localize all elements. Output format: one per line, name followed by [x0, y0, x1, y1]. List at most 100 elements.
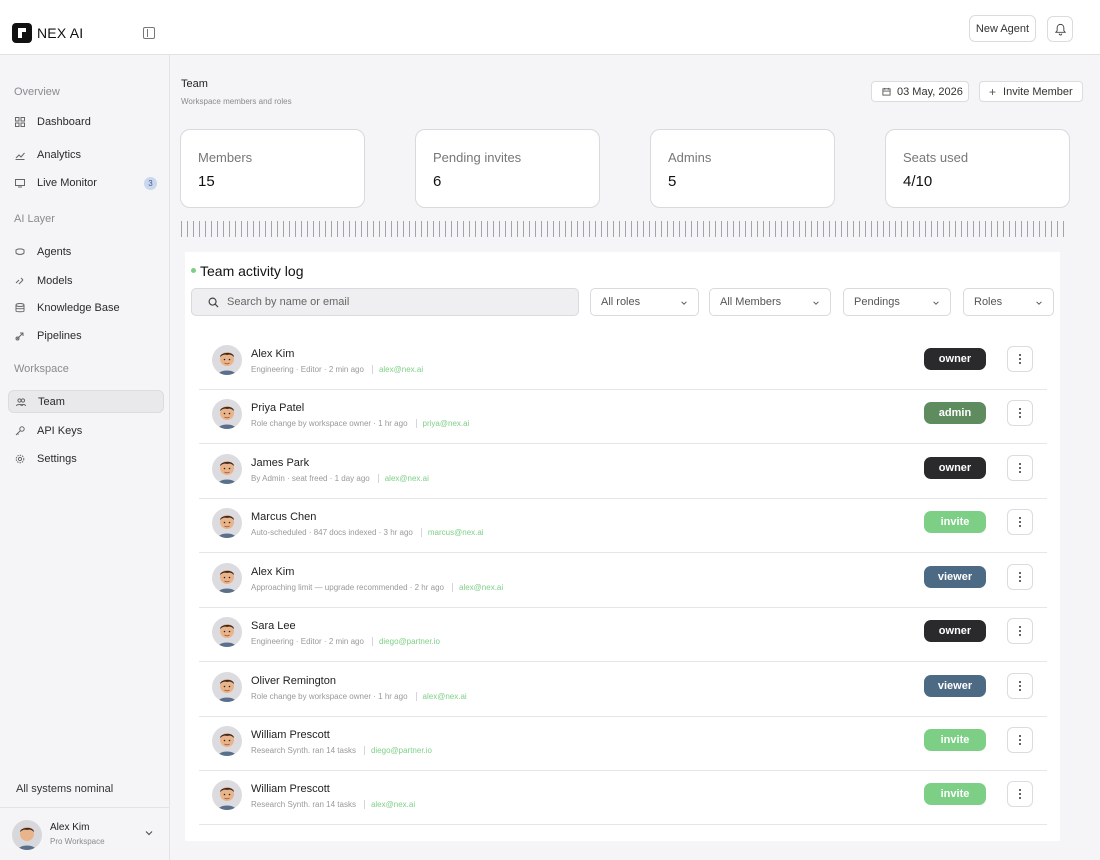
table-row[interactable]: William Prescott Research Synth. ran 14 t…: [199, 771, 1047, 825]
table-row[interactable]: Alex Kim Engineering · Editor · 2 min ago…: [199, 336, 1047, 390]
sidebar-item-label: Live Monitor: [37, 176, 97, 189]
activity-text: Research Synth. ran 14 tasks: [251, 746, 356, 755]
activity-text: Approaching limit — upgrade recommended …: [251, 583, 444, 592]
stat-card-members: Members 15: [180, 129, 365, 208]
avatar: [212, 780, 242, 810]
table-row[interactable]: Sara Lee Engineering · Editor · 2 min ago…: [199, 608, 1047, 662]
new-agent-button[interactable]: New Agent: [969, 15, 1036, 42]
more-options-button[interactable]: [1007, 564, 1033, 590]
dropdown-label: Roles: [974, 296, 1003, 308]
chevron-down-icon[interactable]: [144, 828, 154, 838]
activity-text: By Admin · seat freed · 1 day ago: [251, 474, 370, 483]
divider: [377, 474, 379, 483]
table-row[interactable]: William Prescott Research Synth. ran 14 t…: [199, 717, 1047, 771]
section-label-workspace: Workspace: [14, 363, 69, 375]
member-email[interactable]: alex@nex.ai: [385, 474, 429, 483]
more-options-button[interactable]: [1007, 673, 1033, 699]
sidebar-item-settings[interactable]: Settings: [8, 447, 164, 470]
stat-card-seats-used: Seats used 4/10: [885, 129, 1070, 208]
filter-pendings[interactable]: Pendings: [843, 288, 951, 316]
avatar: [212, 617, 242, 647]
avatar: [212, 345, 242, 375]
user-profile[interactable]: Alex Kim Pro Workspace: [0, 807, 170, 860]
sidebar-item-pipelines[interactable]: Pipelines: [8, 324, 164, 347]
filter-all-members[interactable]: All Members: [709, 288, 831, 316]
avatar: [212, 672, 242, 702]
divider: [363, 746, 365, 755]
member-email[interactable]: diego@partner.io: [379, 637, 440, 646]
system-status: All systems nominal: [16, 783, 114, 795]
role-badge: owner: [924, 620, 986, 642]
more-options-button[interactable]: [1007, 400, 1033, 426]
user-plan: Pro Workspace: [50, 837, 105, 846]
kebab-menu-icon: [1019, 789, 1021, 799]
invite-member-button[interactable]: + Invite Member: [979, 81, 1083, 102]
more-options-button[interactable]: [1007, 781, 1033, 807]
sidebar-item-team[interactable]: Team: [8, 390, 164, 413]
member-email[interactable]: diego@partner.io: [371, 746, 432, 755]
table-row[interactable]: Priya Patel Role change by workspace owne…: [199, 390, 1047, 444]
sidebar-toggle-icon[interactable]: [143, 27, 155, 39]
role-badge: owner: [924, 457, 986, 479]
sidebar-item-api-keys[interactable]: API Keys: [8, 419, 164, 442]
member-email[interactable]: alex@nex.ai: [379, 365, 423, 374]
search-field[interactable]: [191, 288, 579, 316]
sidebar-item-live-monitor[interactable]: Live Monitor 3: [8, 171, 164, 194]
sidebar-item-agents[interactable]: Agents: [8, 240, 164, 263]
member-email[interactable]: marcus@nex.ai: [428, 528, 484, 537]
member-meta: Research Synth. ran 14 tasks alex@nex.ai: [251, 800, 415, 809]
sidebar-item-label: Settings: [37, 452, 77, 465]
sidebar-item-models[interactable]: Models: [8, 269, 164, 292]
filter-all-roles[interactable]: All roles: [590, 288, 699, 316]
sidebar: Overview Dashboard Analytics Live Monito…: [0, 55, 170, 860]
sidebar-item-dashboard[interactable]: Dashboard: [8, 110, 164, 133]
divider: [371, 365, 373, 374]
database-icon: [15, 302, 25, 313]
kebab-menu-icon: [1019, 517, 1021, 527]
notifications-button[interactable]: [1047, 16, 1073, 42]
kebab-menu-icon: [1019, 626, 1021, 636]
search-icon: [208, 297, 219, 308]
sidebar-item-analytics[interactable]: Analytics: [8, 143, 164, 166]
table-row[interactable]: James Park By Admin · seat freed · 1 day …: [199, 445, 1047, 499]
avatar: [212, 454, 242, 484]
filter-roles[interactable]: Roles: [963, 288, 1054, 316]
avatar: [12, 820, 42, 850]
sidebar-item-knowledge-base[interactable]: Knowledge Base: [8, 296, 164, 319]
role-badge: invite: [924, 511, 986, 533]
member-email[interactable]: alex@nex.ai: [371, 800, 415, 809]
divider: [452, 583, 453, 592]
more-options-button[interactable]: [1007, 727, 1033, 753]
member-meta: Role change by workspace owner · 1 hr ag…: [251, 692, 467, 701]
stat-label: Pending invites: [433, 150, 522, 165]
member-name: James Park: [251, 457, 310, 469]
sidebar-item-label: Dashboard: [37, 115, 91, 128]
gear-icon: [15, 454, 25, 464]
sidebar-item-label: Analytics: [37, 148, 82, 161]
member-email[interactable]: alex@nex.ai: [423, 692, 467, 701]
pipeline-icon: [15, 331, 25, 341]
dashboard-icon: [15, 116, 25, 127]
table-row[interactable]: Oliver Remington Role change by workspace…: [199, 663, 1047, 717]
role-badge: admin: [924, 402, 986, 424]
sidebar-item-label: Knowledge Base: [37, 301, 120, 314]
more-options-button[interactable]: [1007, 618, 1033, 644]
user-name: Alex Kim: [50, 822, 90, 833]
chevron-down-icon: [813, 301, 819, 305]
search-input[interactable]: [227, 296, 557, 308]
table-row[interactable]: Marcus Chen Auto-scheduled · 847 docs ind…: [199, 499, 1047, 553]
activity-text: Role change by workspace owner · 1 hr ag…: [251, 419, 408, 428]
date-picker-button[interactable]: 03 May, 2026: [871, 81, 969, 102]
stat-card-pending-invites: Pending invites 6: [415, 129, 600, 208]
member-email[interactable]: priya@nex.ai: [423, 419, 470, 428]
role-badge: viewer: [924, 675, 986, 697]
activity-text: Engineering · Editor · 2 min ago: [251, 365, 364, 374]
sidebar-item-label: API Keys: [37, 424, 83, 437]
member-email[interactable]: alex@nex.ai: [459, 583, 503, 592]
bell-icon: [1054, 23, 1066, 35]
more-options-button[interactable]: [1007, 509, 1033, 535]
more-options-button[interactable]: [1007, 346, 1033, 372]
table-row[interactable]: Alex Kim Approaching limit — upgrade reco…: [199, 554, 1047, 608]
dropdown-label: Pendings: [854, 296, 900, 308]
more-options-button[interactable]: [1007, 455, 1033, 481]
